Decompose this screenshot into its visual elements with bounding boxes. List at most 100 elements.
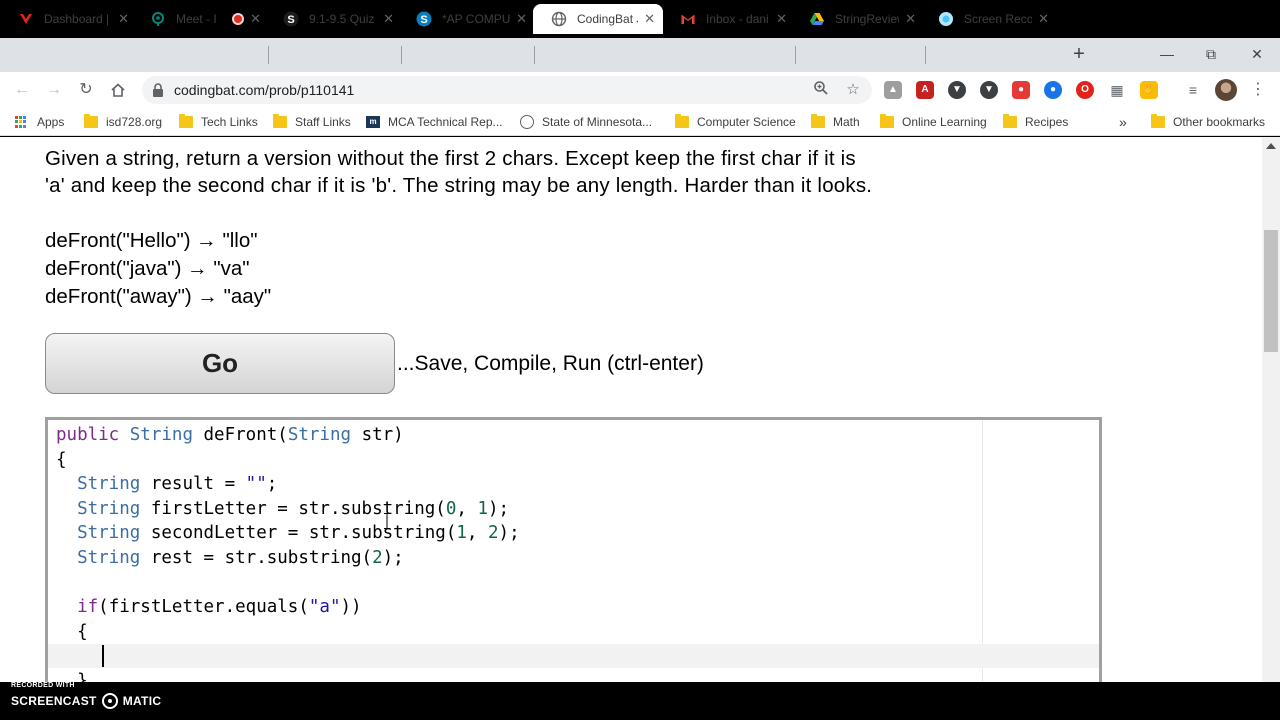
tab-label: *AP COMPU	[442, 12, 511, 26]
tab-label: 9.1-9.5 Quiz	[309, 12, 375, 26]
pdf-extension-icon[interactable]: A	[916, 81, 934, 99]
close-icon[interactable]: ✕	[776, 11, 787, 27]
bookmark-staff-links[interactable]: Staff Links	[273, 112, 351, 132]
color-extension-icon[interactable]: ●	[1044, 81, 1062, 99]
meet-icon	[150, 11, 166, 27]
tab-separator	[925, 46, 926, 64]
scroll-up-arrow-icon[interactable]	[1266, 143, 1276, 149]
close-icon[interactable]: ✕	[905, 11, 916, 27]
tab-quiz[interactable]: S 9.1-9.5 Quiz ✕	[265, 4, 402, 34]
code-line: public String deFront(String str)	[56, 425, 404, 445]
video-bottom-band	[0, 682, 1280, 720]
close-window-button[interactable]: ✕	[1234, 40, 1280, 68]
other-bookmarks[interactable]: Other bookmarks	[1151, 112, 1265, 132]
code-line: {	[56, 450, 67, 470]
home-button[interactable]	[106, 78, 130, 102]
bookmark-label: Recipes	[1025, 115, 1069, 129]
scrollbar-thumb[interactable]	[1264, 230, 1278, 352]
reload-button[interactable]: ↻	[74, 78, 98, 102]
bookmark-tech-links[interactable]: Tech Links	[179, 112, 258, 132]
tab-screen-recorder[interactable]: Screen Reco ✕	[920, 4, 1057, 34]
hand-extension-icon[interactable]: ✋	[1140, 81, 1158, 99]
tab-label: StringReview	[835, 12, 900, 26]
bookmark-state-of-minnesota[interactable]: State of Minnesota...	[520, 112, 652, 132]
bookmark-label: Tech Links	[201, 115, 258, 129]
restore-button[interactable]: ⧉	[1188, 40, 1234, 68]
zoom-icon[interactable]	[811, 80, 831, 100]
folder-icon	[1151, 114, 1165, 128]
tab-label: Screen Reco	[964, 12, 1033, 26]
bookmark-recipes[interactable]: Recipes	[1003, 112, 1068, 132]
star-icon[interactable]: ☆	[843, 80, 863, 100]
watermark-brand-right: MATIC	[122, 694, 162, 708]
bookmark-isd728[interactable]: isd728.org	[84, 112, 162, 132]
problem-description: Given a string, return a version without…	[45, 145, 1145, 199]
close-icon[interactable]: ✕	[516, 11, 527, 27]
bookmarks-overflow-button[interactable]: »	[1119, 112, 1127, 132]
bookmark-math[interactable]: Math	[811, 112, 860, 132]
bookmark-online-learning[interactable]: Online Learning	[880, 112, 987, 132]
bookmark-label: MCA Technical Rep...	[388, 115, 503, 129]
folder-icon	[1003, 114, 1017, 128]
screencastomatic-watermark: SCREENCAST MATIC	[11, 693, 161, 709]
tab-ap-computer-science[interactable]: S *AP COMPU ✕	[398, 4, 535, 34]
code-line: {	[56, 622, 88, 642]
avatar[interactable]	[1215, 79, 1237, 101]
code-editor[interactable]: public String deFront(String str) { Stri…	[45, 417, 1102, 697]
bookmark-label: Math	[833, 115, 860, 129]
tab-codingbat[interactable]: CodingBat J ✕	[533, 4, 663, 34]
globe-icon	[551, 11, 567, 27]
close-icon[interactable]: ✕	[250, 11, 261, 27]
drive-icon	[809, 11, 825, 27]
bookmark-label: Other bookmarks	[1173, 115, 1266, 129]
back-button[interactable]: ←	[10, 78, 34, 102]
recording-icon	[232, 13, 245, 25]
svg-text:S: S	[287, 14, 294, 26]
close-icon[interactable]: ✕	[1038, 11, 1049, 27]
bookmark-label: Staff Links	[295, 115, 351, 129]
tab-separator	[268, 46, 269, 64]
tab-label: Inbox - dani	[706, 12, 769, 26]
drive-extension-icon[interactable]: ▲	[884, 81, 902, 99]
code-line: String firstLetter = str.substring(0, 1)…	[77, 499, 510, 519]
example-line: deFront("Hello") → "llo"	[45, 229, 258, 252]
folder-icon	[273, 114, 287, 128]
bookmark-label: isd728.org	[106, 115, 163, 129]
close-icon[interactable]: ✕	[644, 11, 655, 27]
bookmark-computer-science[interactable]: Computer Science	[675, 112, 796, 132]
schoology-icon: S	[283, 11, 299, 27]
shield-extension-icon[interactable]: ▼	[948, 81, 966, 99]
tab-dashboard[interactable]: Dashboard | ✕	[0, 4, 137, 34]
close-icon[interactable]: ✕	[118, 11, 129, 27]
go-caption: ...Save, Compile, Run (ctrl-enter)	[397, 352, 704, 375]
folder-icon	[880, 114, 894, 128]
reading-list-icon[interactable]: ≡	[1184, 81, 1202, 99]
close-icon[interactable]: ✕	[383, 11, 394, 27]
tab-stringreview[interactable]: StringReview ✕	[791, 4, 924, 34]
screencastify-extension-icon[interactable]: ●	[1012, 81, 1030, 99]
code-line: String secondLetter = str.substring(1, 2…	[77, 523, 520, 543]
apps-icon	[15, 116, 29, 128]
grid-extension-icon[interactable]: ▦	[1108, 81, 1126, 99]
bookmark-mca[interactable]: m MCA Technical Rep...	[366, 112, 503, 132]
watermark-caption: RECORDED WITH	[11, 682, 75, 689]
lock-icon	[152, 83, 166, 97]
vpn-extension-icon[interactable]: ▼	[980, 81, 998, 99]
tab-separator	[795, 46, 796, 64]
tab-inbox[interactable]: Inbox - dani ✕	[662, 4, 795, 34]
tab-meet[interactable]: Meet - I ✕	[132, 4, 269, 34]
bookmark-apps[interactable]: Apps	[15, 112, 64, 132]
minimize-button[interactable]: —	[1144, 40, 1190, 68]
new-tab-button[interactable]: +	[1068, 42, 1090, 66]
menu-icon[interactable]: ⋮	[1250, 80, 1266, 100]
go-button[interactable]: Go	[45, 333, 395, 394]
globe-icon	[520, 115, 534, 129]
bookmark-label: Apps	[37, 115, 65, 129]
forward-button[interactable]: →	[42, 78, 66, 102]
code-line: String rest = str.substring(2);	[77, 548, 404, 568]
active-line-highlight	[48, 644, 1099, 668]
page-scrollbar[interactable]	[1262, 137, 1280, 682]
record-extension-icon[interactable]: O	[1076, 81, 1094, 99]
url-text[interactable]: codingbat.com/prob/p110141	[174, 80, 354, 100]
screencastify-icon	[938, 11, 954, 27]
